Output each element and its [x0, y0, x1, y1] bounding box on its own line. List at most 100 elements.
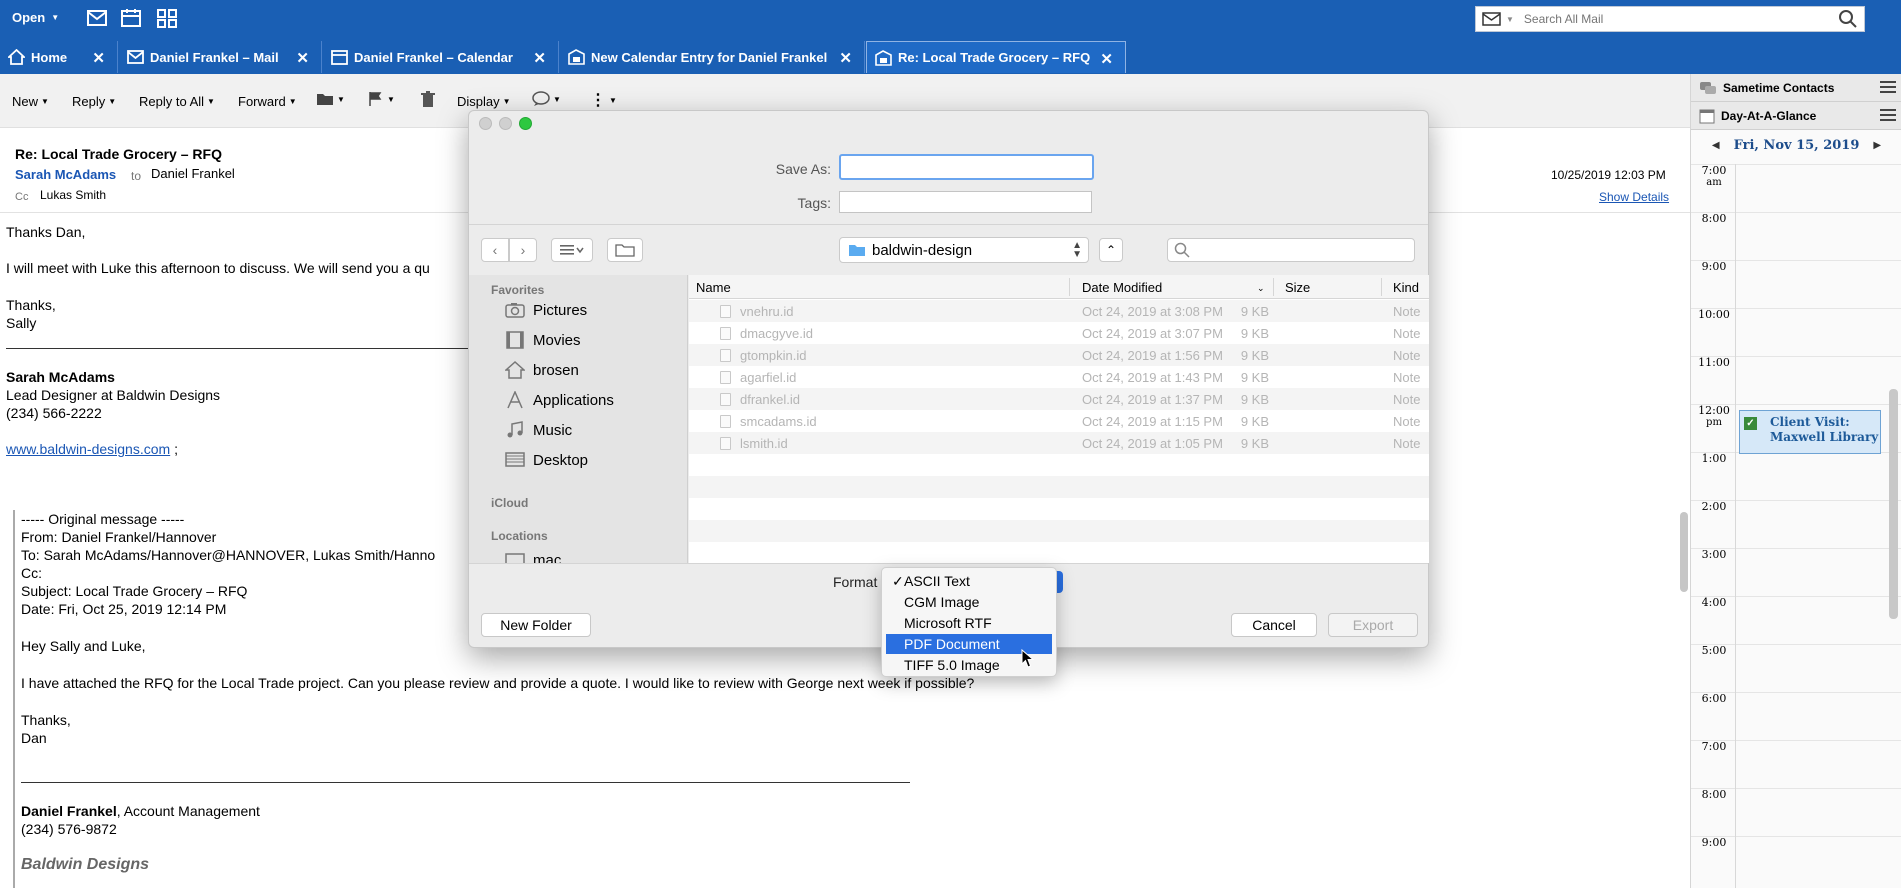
move-to-folder-button[interactable]: ▼ — [316, 92, 345, 106]
orig-signature-divider — [21, 782, 910, 783]
hour-row[interactable]: 7:00 am — [1691, 164, 1901, 212]
column-date-modified[interactable]: Date Modified — [1082, 280, 1162, 295]
reply-button[interactable]: Reply ▼ — [72, 94, 116, 109]
file-row[interactable]: gtompkin.id Oct 24, 2019 at 1:56 PM 9 KB No… — [689, 344, 1429, 366]
mail-scrollbar[interactable] — [1680, 512, 1688, 592]
file-row[interactable]: lsmith.id Oct 24, 2019 at 1:05 PM 9 KB Note — [689, 432, 1429, 454]
search-input[interactable] — [1523, 12, 1838, 26]
tab-mail[interactable]: Daniel Frankel – Mail ✕ — [119, 41, 322, 73]
cc-name[interactable]: Lukas Smith — [40, 188, 106, 202]
hour-row[interactable]: 10:00 — [1691, 308, 1901, 356]
mail-icon[interactable] — [86, 8, 108, 28]
format-option[interactable]: Microsoft RTF — [886, 613, 1052, 633]
calendar-scrollbar[interactable] — [1889, 389, 1898, 619]
location-popup[interactable]: baldwin-design ▲ ▼ — [839, 237, 1089, 263]
close-window-button[interactable] — [479, 117, 492, 130]
forward-button[interactable]: Forward ▼ — [238, 94, 297, 109]
display-button[interactable]: Display ▼ — [457, 94, 511, 109]
previous-day-icon[interactable]: ◀ — [1712, 140, 1720, 151]
sidebar-item-music[interactable]: Music — [505, 418, 572, 442]
chat-button[interactable]: ▼ — [532, 91, 561, 107]
hour-row[interactable]: 6:00 — [1691, 692, 1901, 740]
column-kind[interactable]: Kind — [1393, 280, 1419, 295]
hour-row[interactable]: 8:00 — [1691, 788, 1901, 836]
hour-row[interactable]: 7:00 — [1691, 740, 1901, 788]
calendar-icon[interactable] — [120, 8, 142, 28]
more-actions-button[interactable]: ⋮ ▼ — [590, 90, 617, 110]
sidebar-item-applications[interactable]: Applications — [505, 388, 614, 412]
hour-row[interactable]: 8:00 — [1691, 212, 1901, 260]
show-details-link[interactable]: Show Details — [1599, 190, 1669, 204]
list-view-icon — [560, 245, 584, 255]
close-icon[interactable]: ✕ — [92, 49, 105, 67]
new-button[interactable]: New ▼ — [12, 94, 49, 109]
hour-time: 5:00 — [1701, 644, 1727, 657]
open-menu-button[interactable]: Open ▼ — [12, 10, 59, 25]
forward-nav-button[interactable]: › — [509, 238, 537, 262]
sidebar-item-brosen[interactable]: brosen — [505, 358, 579, 382]
sig-website-link[interactable]: www.baldwin-designs.com — [6, 441, 170, 457]
new-folder-icon-button[interactable] — [607, 238, 643, 262]
close-icon[interactable]: ✕ — [533, 49, 546, 67]
calendar-event[interactable]: ✓ Client Visit: Maxwell Library — [1739, 410, 1881, 454]
hour-row[interactable]: 4:00 — [1691, 596, 1901, 644]
view-options-button[interactable] — [551, 238, 593, 262]
file-row[interactable]: smcadams.id Oct 24, 2019 at 1:15 PM 9 KB No… — [689, 410, 1429, 432]
chevron-down-icon: ⌄ — [1257, 283, 1265, 293]
close-icon[interactable]: ✕ — [1100, 50, 1113, 68]
hour-row[interactable]: 2:00 — [1691, 500, 1901, 548]
file-row[interactable]: dmacgyve.id Oct 24, 2019 at 3:07 PM 9 KB No… — [689, 322, 1429, 344]
tab-re-local-trade[interactable]: Re: Local Trade Grocery – RFQ ✕ — [866, 41, 1126, 73]
day-at-a-glance-header[interactable]: Day-At-A-Glance — [1691, 102, 1901, 130]
file-row[interactable]: dfrankel.id Oct 24, 2019 at 1:37 PM 9 KB No… — [689, 388, 1429, 410]
sidebar-item-pictures[interactable]: Pictures — [505, 298, 587, 322]
hour-row[interactable]: 9:00 — [1691, 836, 1901, 884]
reply-to-all-button[interactable]: Reply to All ▼ — [139, 94, 215, 109]
tab-calendar[interactable]: Daniel Frankel – Calendar ✕ — [323, 41, 559, 73]
sidebar-item-mac[interactable]: mac — [505, 548, 561, 563]
hour-row[interactable]: 9:00 — [1691, 260, 1901, 308]
next-day-icon[interactable]: ▶ — [1873, 140, 1881, 151]
sidebar-item-desktop[interactable]: Desktop — [505, 448, 588, 472]
minimize-window-button[interactable] — [499, 117, 512, 130]
close-icon[interactable]: ✕ — [296, 49, 309, 67]
search-all-mail[interactable]: ▼ — [1475, 6, 1865, 32]
collapse-dialog-button[interactable]: ⌃ — [1099, 238, 1123, 262]
column-name[interactable]: Name — [696, 280, 731, 295]
hour-row[interactable]: 3:00 — [1691, 548, 1901, 596]
hour-row[interactable]: 11:00 — [1691, 356, 1901, 404]
export-button[interactable]: Export — [1328, 613, 1418, 637]
cancel-button[interactable]: Cancel — [1231, 613, 1317, 637]
search-icon[interactable] — [1838, 9, 1858, 29]
delete-button[interactable] — [420, 91, 436, 108]
recipient-name[interactable]: Daniel Frankel — [151, 166, 235, 181]
zoom-window-button[interactable] — [519, 117, 532, 130]
format-option[interactable]: ✓ ASCII Text — [886, 571, 1052, 591]
sidebar-item-movies[interactable]: Movies — [505, 328, 581, 352]
dialog-search-field[interactable] — [1167, 238, 1415, 262]
mail-scope-icon[interactable] — [1482, 11, 1502, 27]
tab-home[interactable]: Home ✕ — [0, 41, 118, 73]
sender-name[interactable]: Sarah McAdams — [15, 167, 116, 182]
hour-label: 9:00 — [1697, 837, 1731, 849]
file-row[interactable]: agarfiel.id Oct 24, 2019 at 1:43 PM 9 KB No… — [689, 366, 1429, 388]
hour-row[interactable]: 5:00 — [1691, 644, 1901, 692]
body-line: I will meet with Luke this afternoon to … — [6, 260, 430, 276]
applications-icon[interactable] — [156, 8, 178, 28]
save-as-input[interactable] — [839, 154, 1094, 180]
format-option[interactable]: CGM Image — [886, 592, 1052, 612]
tab-new-calendar-entry[interactable]: New Calendar Entry for Daniel Frankel ✕ — [560, 41, 865, 73]
chevron-down-icon[interactable]: ▼ — [1506, 15, 1514, 24]
close-icon[interactable]: ✕ — [839, 49, 852, 67]
new-folder-button[interactable]: New Folder — [481, 613, 591, 637]
tags-input[interactable] — [839, 191, 1092, 213]
folder-icon — [849, 245, 865, 256]
file-row[interactable]: vnehru.id Oct 24, 2019 at 3:08 PM 9 KB Note — [689, 300, 1429, 322]
sametime-contacts-header[interactable]: Sametime Contacts — [1691, 74, 1901, 102]
back-button[interactable]: ‹ — [481, 238, 509, 262]
file-kind: Note — [1393, 370, 1421, 385]
column-size[interactable]: Size — [1285, 280, 1310, 295]
follow-up-button[interactable]: ▼ — [368, 91, 395, 107]
hour-row[interactable]: 1:00 — [1691, 452, 1901, 500]
file-size: 9 KB — [1240, 392, 1269, 407]
